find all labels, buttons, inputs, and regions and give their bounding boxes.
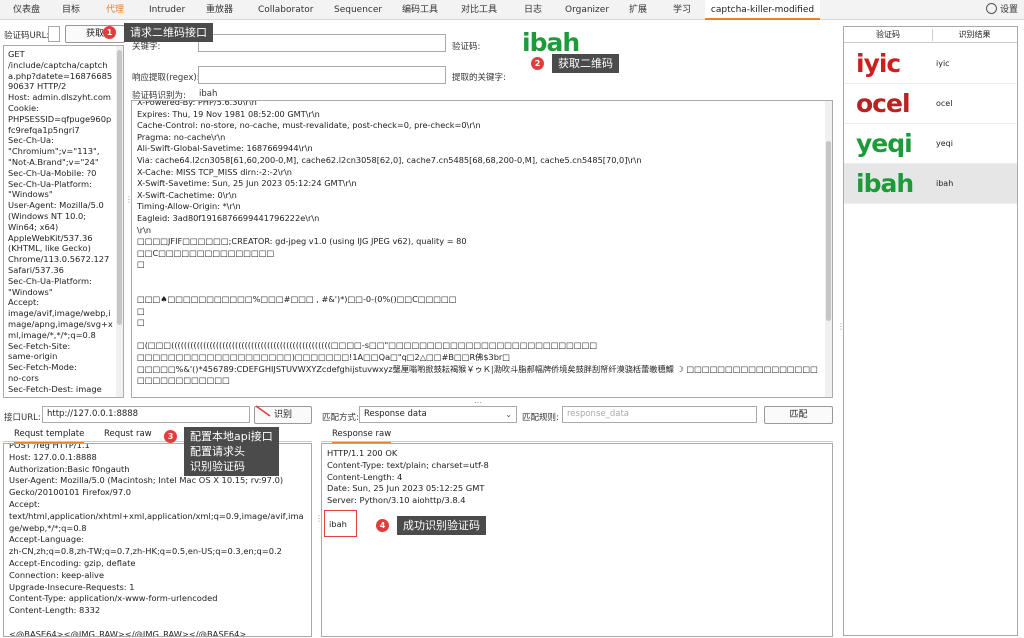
results-header: 验证码 识别结果 (844, 27, 1017, 43)
tab-intruder[interactable]: Intruder (149, 0, 185, 20)
tab-logger[interactable]: 日志 (524, 0, 542, 20)
captcha-thumb: ibah (850, 168, 930, 200)
api-url-label: 接口URL: (4, 413, 41, 423)
annotation-callout-2: 获取二维码 (552, 54, 619, 73)
tab-learn[interactable]: 学习 (673, 0, 691, 20)
captcha-request-editor[interactable]: GET /include/captcha/captcha.php?datete=… (3, 45, 124, 398)
captcha-url-label: 验证码URL: (4, 31, 50, 41)
captcha-response-text: X-Powered-By: PHP/5.6.30\r\n Expires: Th… (137, 100, 818, 386)
tab-target[interactable]: 目标 (62, 0, 80, 20)
settings-button[interactable]: 设置 (985, 0, 1018, 20)
result-text: yeqi (936, 139, 953, 148)
annotation-callout-1: 请求二维码接口 (124, 23, 213, 42)
captcha-thumb-text: yeqi (856, 129, 913, 158)
captcha-thumb: ocel (850, 88, 930, 120)
middle-scrollbar[interactable] (825, 101, 832, 397)
settings-label: 设置 (999, 5, 1018, 15)
top-tab-bar: 仪表盘 目标 代理 Intruder 重放器 Collaborator Sequ… (0, 0, 1024, 20)
gear-icon (985, 3, 997, 14)
tab-request-raw[interactable]: Requst raw (104, 429, 152, 439)
annotation-badge-2: 2 (531, 57, 544, 70)
result-text: iyic (936, 59, 950, 68)
match-result-box: ibah (324, 510, 357, 537)
results-table: 验证码 识别结果 iyic iyic ocel ocel yeqi yeqi i… (843, 26, 1018, 636)
annotation-callout-3: 配置本地api接口 配置请求头 识别验证码 (184, 427, 279, 476)
recognized-value: ibah (199, 89, 218, 99)
tab-comparer[interactable]: 对比工具 (461, 0, 497, 20)
captcha-thumb: iyic (850, 48, 930, 80)
tab-organizer[interactable]: Organizer (565, 0, 609, 20)
annotation-badge-1: 1 (103, 26, 116, 39)
match-mode-select[interactable]: Response data ⌄ (359, 406, 517, 423)
tab-repeater[interactable]: 重放器 (206, 0, 233, 20)
recognize-button[interactable]: 识别 (254, 406, 312, 424)
result-text: ocel (936, 99, 953, 108)
tab-proxy[interactable]: 代理 (106, 0, 124, 20)
fetch-button[interactable]: 获取 (65, 25, 125, 43)
match-rule-label: 匹配规则: (522, 413, 559, 423)
regex-label: 响应提取(regex): (132, 73, 200, 83)
captcha-thumb-text: iyic (856, 49, 901, 78)
match-result-text: ibah (329, 519, 347, 529)
annotation-callout-4: 成功识别验证码 (397, 516, 486, 535)
api-url-input[interactable]: http://127.0.0.1:8888 (42, 406, 250, 423)
tab-collaborator[interactable]: Collaborator (258, 0, 313, 20)
captcha-url-input[interactable] (48, 26, 60, 42)
annotation-badge-3: 3 (164, 430, 177, 443)
tab-sequencer[interactable]: Sequencer (334, 0, 382, 20)
response-raw-text: HTTP/1.1 200 OK Content-Type: text/plain… (327, 448, 489, 506)
captcha-label: 验证码: (452, 42, 481, 52)
match-mode-value: Response data (364, 409, 427, 419)
regex-input[interactable] (198, 66, 446, 84)
match-button[interactable]: 匹配 (764, 406, 833, 424)
result-row-selected[interactable]: ibah ibah (844, 164, 1017, 204)
chevron-down-icon: ⌄ (505, 410, 512, 419)
tab-decoder[interactable]: 编码工具 (402, 0, 438, 20)
match-rule-input[interactable]: response_data (562, 406, 757, 423)
captcha-thumb: yeqi (850, 128, 930, 160)
result-row[interactable]: yeqi yeqi (844, 124, 1017, 164)
result-row[interactable]: iyic iyic (844, 44, 1017, 84)
col-captcha-header: 验证码 (876, 30, 900, 39)
annotation-badge-4: 4 (376, 519, 389, 532)
captcha-request-text: GET /include/captcha/captcha.php?datete=… (8, 49, 113, 397)
match-mode-label: 匹配方式: (322, 413, 359, 423)
keyword-input[interactable] (198, 34, 446, 52)
captcha-thumb-text: ocel (856, 89, 911, 118)
extract-keyword-label: 提取的关键字: (452, 73, 506, 83)
captcha-thumb-text: ibah (856, 169, 914, 198)
result-text: ibah (936, 179, 954, 188)
response-raw-editor[interactable]: HTTP/1.1 200 OK Content-Type: text/plain… (321, 443, 833, 637)
col-result-header: 识别结果 (958, 30, 991, 39)
left-scrollbar[interactable] (116, 46, 123, 397)
captcha-response-editor[interactable]: X-Powered-By: PHP/5.6.30\r\n Expires: Th… (131, 100, 833, 398)
tab-extensions[interactable]: 扩展 (629, 0, 647, 20)
tab-captcha-killer[interactable]: captcha-killer-modified (705, 0, 820, 20)
tab-dashboard[interactable]: 仪表盘 (13, 0, 40, 20)
result-row[interactable]: ocel ocel (844, 84, 1017, 124)
